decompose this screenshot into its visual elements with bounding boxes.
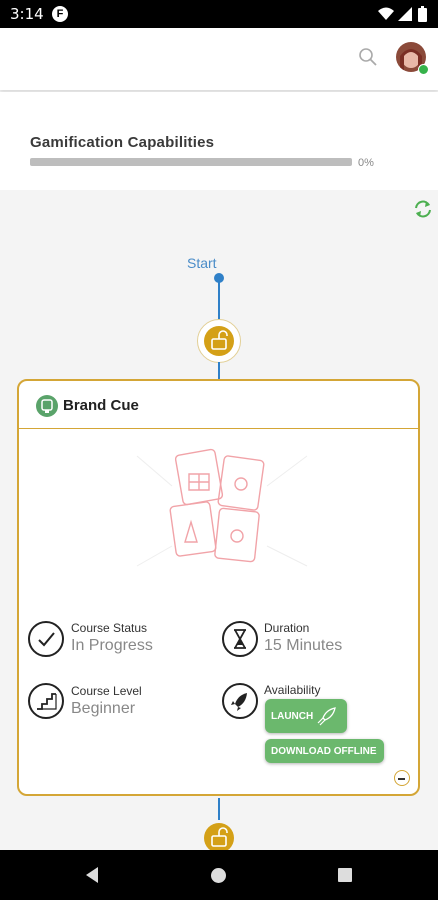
battery-icon bbox=[418, 6, 427, 22]
check-icon bbox=[28, 621, 64, 657]
system-nav-bar bbox=[0, 850, 438, 900]
gamification-progress-bar bbox=[30, 158, 352, 166]
course-status-value: In Progress bbox=[71, 637, 153, 654]
status-bar: 3:14 F bbox=[0, 0, 438, 28]
app-header bbox=[0, 28, 438, 90]
search-icon[interactable] bbox=[358, 47, 378, 67]
gamification-section: Gamification Capabilities 0% bbox=[0, 92, 438, 190]
path-line bbox=[218, 282, 220, 320]
course-icon bbox=[36, 395, 58, 417]
course-title: Brand Cue bbox=[63, 397, 139, 414]
path-line bbox=[218, 362, 220, 379]
card-divider bbox=[19, 428, 418, 429]
completion-indicator-icon bbox=[394, 770, 410, 786]
course-status-label: Course Status bbox=[71, 621, 148, 635]
path-line bbox=[218, 798, 220, 820]
app-notification-icon: F bbox=[52, 6, 68, 22]
duration-value: 15 Minutes bbox=[264, 637, 343, 654]
online-status-dot bbox=[418, 64, 429, 75]
course-level-value: Beginner bbox=[71, 700, 136, 717]
launch-button-label: LAUNCH bbox=[271, 711, 314, 722]
status-time: 3:14 bbox=[10, 5, 44, 23]
download-offline-button[interactable]: DOWNLOAD OFFLINE bbox=[265, 739, 384, 763]
wifi-icon bbox=[378, 7, 394, 20]
recents-icon[interactable] bbox=[338, 868, 352, 882]
back-icon[interactable] bbox=[84, 866, 100, 884]
stairs-icon bbox=[28, 683, 64, 719]
gamification-title: Gamification Capabilities bbox=[30, 134, 215, 151]
availability-label: Availability bbox=[264, 683, 321, 697]
duration-label: Duration bbox=[264, 621, 310, 635]
path-node[interactable] bbox=[197, 319, 241, 363]
rocket-icon bbox=[222, 683, 258, 719]
course-card[interactable]: Brand Cue Course Status In Progress Dura… bbox=[17, 379, 420, 796]
download-offline-label: DOWNLOAD OFFLINE bbox=[271, 746, 377, 757]
course-level-label: Course Level bbox=[71, 684, 142, 698]
hourglass-icon bbox=[222, 621, 258, 657]
path-start-label: Start bbox=[187, 255, 217, 271]
signal-icon bbox=[398, 7, 412, 21]
gamification-progress-text: 0% bbox=[358, 157, 374, 169]
unlock-icon bbox=[204, 326, 234, 356]
home-icon[interactable] bbox=[211, 868, 226, 883]
launch-button[interactable]: LAUNCH bbox=[265, 699, 347, 733]
refresh-icon[interactable] bbox=[413, 199, 433, 219]
course-illustration bbox=[136, 448, 308, 567]
unlock-icon[interactable] bbox=[204, 823, 234, 853]
rocket-launch-icon bbox=[317, 707, 336, 726]
